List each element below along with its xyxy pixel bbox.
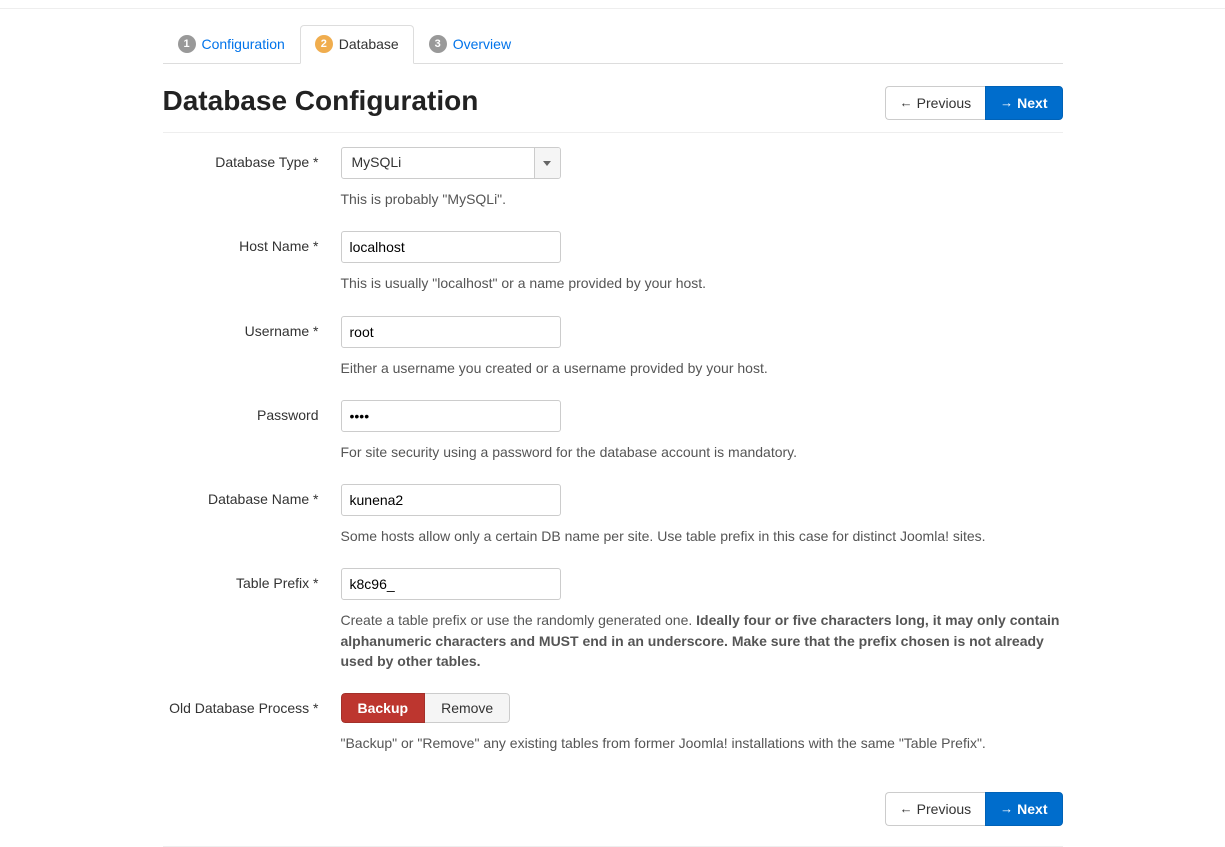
tab-overview[interactable]: 3 Overview xyxy=(414,25,526,64)
db-type-value: MySQLi xyxy=(342,148,534,178)
db-type-help: This is probably "MySQLi". xyxy=(341,189,1063,209)
password-input[interactable] xyxy=(341,400,561,432)
old-db-process-label: Old Database Process * xyxy=(163,693,341,753)
next-button[interactable]: → Next xyxy=(985,86,1062,120)
step-number-badge: 3 xyxy=(429,35,447,53)
arrow-right-icon: → xyxy=(1000,799,1013,819)
wizard-step-tabs: 1 Configuration 2 Database 3 Overview xyxy=(163,25,1063,64)
table-prefix-help-text: Create a table prefix or use the randoml… xyxy=(341,612,697,628)
top-nav-buttons: ← Previous → Next xyxy=(885,86,1063,120)
old-db-process-help: "Backup" or "Remove" any existing tables… xyxy=(341,733,1063,753)
db-name-label: Database Name * xyxy=(163,484,341,546)
chevron-down-icon xyxy=(543,161,551,166)
previous-label: Previous xyxy=(917,93,971,113)
password-help: For site security using a password for t… xyxy=(341,442,1063,462)
username-help: Either a username you created or a usern… xyxy=(341,358,1063,378)
db-name-input[interactable] xyxy=(341,484,561,516)
remove-option[interactable]: Remove xyxy=(425,693,510,723)
previous-button-bottom[interactable]: ← Previous xyxy=(885,792,985,826)
step-number-badge: 1 xyxy=(178,35,196,53)
step-label: Configuration xyxy=(202,36,285,52)
arrow-left-icon: ← xyxy=(900,93,913,113)
db-type-label: Database Type * xyxy=(163,147,341,209)
tab-configuration[interactable]: 1 Configuration xyxy=(163,25,300,64)
previous-label: Previous xyxy=(917,799,971,819)
db-name-help: Some hosts allow only a certain DB name … xyxy=(341,526,1063,546)
host-name-help: This is usually "localhost" or a name pr… xyxy=(341,273,1063,293)
backup-option[interactable]: Backup xyxy=(341,693,426,723)
username-input[interactable] xyxy=(341,316,561,348)
dropdown-toggle[interactable] xyxy=(534,148,560,178)
step-number-badge: 2 xyxy=(315,35,333,53)
table-prefix-help: Create a table prefix or use the randoml… xyxy=(341,610,1063,671)
step-label: Database xyxy=(339,36,399,52)
step-label: Overview xyxy=(453,36,511,52)
tab-database[interactable]: 2 Database xyxy=(300,25,414,64)
page-title: Database Configuration xyxy=(163,86,479,117)
arrow-right-icon: → xyxy=(1000,93,1013,113)
old-db-process-toggle: Backup Remove xyxy=(341,693,511,723)
bottom-nav-buttons: ← Previous → Next xyxy=(885,792,1063,826)
arrow-left-icon: ← xyxy=(900,799,913,819)
previous-button[interactable]: ← Previous xyxy=(885,86,985,120)
db-type-select[interactable]: MySQLi xyxy=(341,147,561,179)
table-prefix-input[interactable] xyxy=(341,568,561,600)
password-label: Password xyxy=(163,400,341,462)
host-name-label: Host Name * xyxy=(163,231,341,293)
next-label: Next xyxy=(1017,93,1047,113)
next-button-bottom[interactable]: → Next xyxy=(985,792,1062,826)
host-name-input[interactable] xyxy=(341,231,561,263)
next-label: Next xyxy=(1017,799,1047,819)
username-label: Username * xyxy=(163,316,341,378)
table-prefix-label: Table Prefix * xyxy=(163,568,341,671)
